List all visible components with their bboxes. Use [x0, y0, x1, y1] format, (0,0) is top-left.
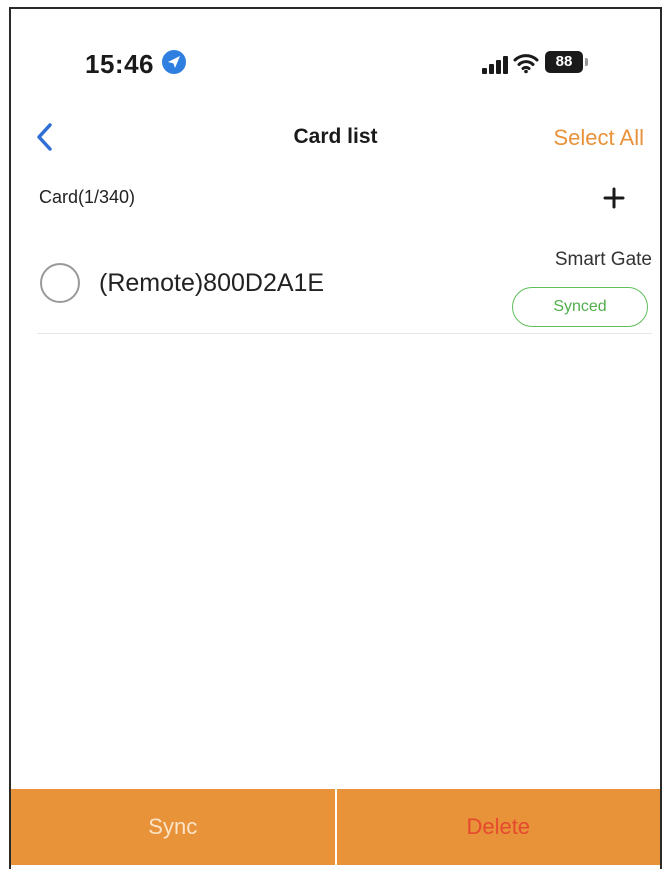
status-time: 15:46 — [85, 49, 154, 79]
battery-icon: 88 — [545, 51, 588, 73]
cellular-signal-icon — [482, 56, 508, 74]
card-count-label: Card(1/340) — [39, 187, 136, 207]
bottom-action-bar: Sync Delete — [11, 789, 660, 865]
status-bar: 15:46 88 — [11, 9, 660, 109]
sync-status-badge: Synced — [512, 287, 648, 327]
card-select-radio[interactable] — [40, 263, 80, 303]
select-all-button[interactable]: Select All — [554, 125, 645, 151]
card-device-name: Smart Gate — [554, 249, 652, 270]
delete-button[interactable]: Delete — [337, 789, 661, 865]
sync-button[interactable]: Sync — [11, 789, 337, 865]
battery-level: 88 — [545, 51, 583, 73]
phone-screen: 15:46 88 Card list Select All Card(1/340… — [9, 7, 662, 869]
plus-icon — [603, 187, 625, 209]
card-list-item[interactable]: (Remote)800D2A1E Smart Gate Synced — [37, 241, 652, 334]
navigation-bar: Card list Select All — [11, 109, 660, 169]
card-name: (Remote)800D2A1E — [99, 269, 325, 297]
location-arrow-icon — [162, 50, 186, 74]
add-card-button[interactable] — [596, 180, 632, 216]
card-list-header: Card(1/340) — [11, 174, 660, 224]
wifi-icon — [513, 54, 539, 74]
battery-tip — [585, 58, 588, 66]
